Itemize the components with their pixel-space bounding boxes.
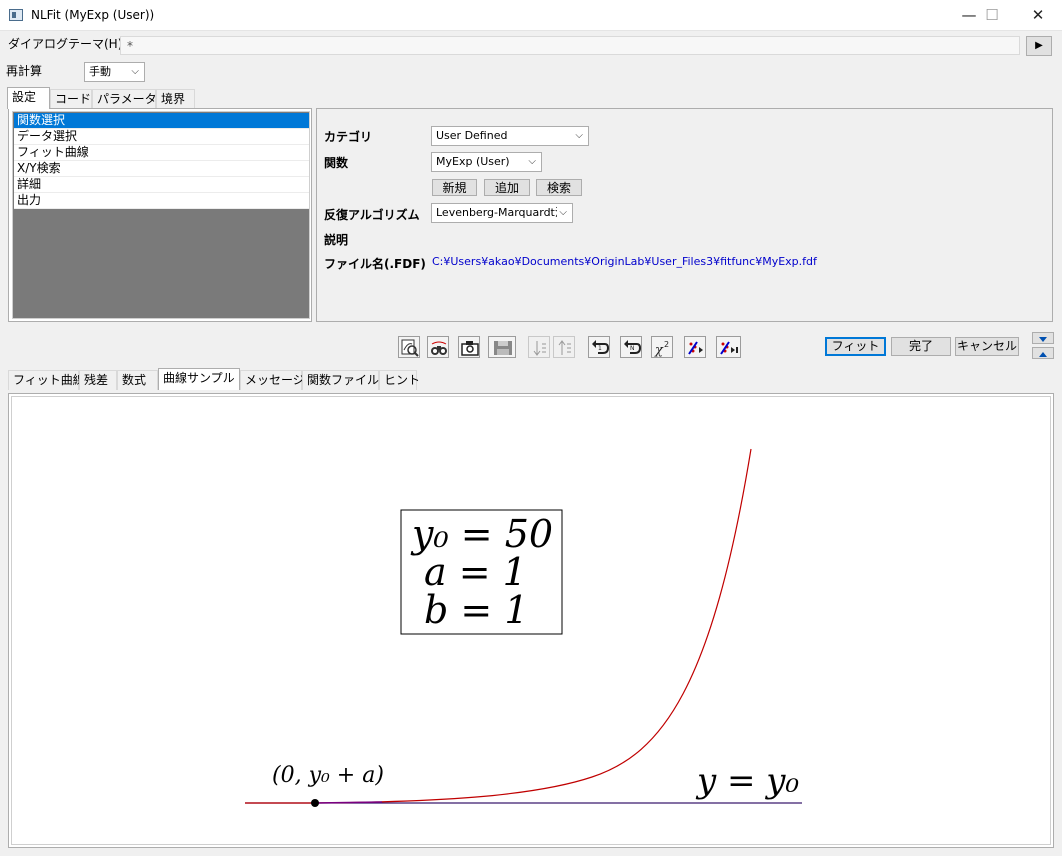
save-icon[interactable] (488, 336, 516, 358)
tree-item-fit-curve[interactable]: フィット曲線 (14, 145, 309, 161)
new-button[interactable]: 新規 (432, 179, 477, 196)
tab-fit-curve[interactable]: フィット曲線 (8, 370, 85, 390)
triangle-up-icon (1039, 352, 1047, 357)
done-button[interactable]: 完了 (891, 337, 951, 356)
sample-curve-graphic (245, 448, 802, 807)
tab-parameters[interactable]: パラメータ (92, 89, 157, 109)
undo-icon[interactable]: 1 (588, 336, 610, 358)
sample-curve-canvas: y₀ = 50 a = 1 b = 1 (0, y₀ + a) y = y₀ (11, 396, 1051, 845)
sort-up-icon[interactable] (553, 336, 575, 358)
recalc-value: 手動 (89, 65, 111, 78)
chevron-down-icon: ⌵ (528, 156, 536, 167)
svg-text:2: 2 (664, 340, 669, 349)
tab-formula[interactable]: 数式 (117, 370, 158, 390)
chevron-down-icon: ⌵ (557, 204, 567, 222)
param-b: b = 1 (424, 588, 529, 632)
category-value: User Defined (436, 129, 508, 142)
fit-button[interactable]: フィット (825, 337, 886, 356)
algorithm-select[interactable]: Levenberg-Marquardt法 ⌵ (431, 203, 573, 223)
tab-messages[interactable]: メッセージ (240, 370, 305, 390)
tab-sample-curve[interactable]: 曲線サンプル (158, 368, 240, 390)
cancel-button[interactable]: キャンセル (955, 337, 1019, 356)
close-button[interactable]: ✕ (1015, 0, 1061, 31)
svg-text:χ: χ (654, 343, 664, 358)
start-point-label: (0, y₀ + a) (272, 763, 384, 788)
fit-one-iteration-icon[interactable] (684, 336, 706, 358)
start-point-marker (311, 799, 319, 807)
svg-text:1: 1 (598, 345, 602, 352)
fit-until-converge-icon[interactable] (716, 336, 741, 358)
asymptote-label: y = y₀ (697, 761, 800, 801)
tab-residual[interactable]: 残差 (79, 370, 117, 390)
algorithm-label: 反復アルゴリズム (324, 208, 420, 222)
binocular-icon[interactable] (427, 336, 449, 358)
param-y0: y₀ = 50 (412, 512, 554, 556)
tree-item-data-select[interactable]: データ選択 (14, 129, 309, 145)
chi-square-icon[interactable]: χ2 (651, 336, 673, 358)
recalc-label: 再計算 (6, 64, 43, 78)
function-value: MyExp (User) (436, 155, 510, 168)
add-button[interactable]: 追加 (484, 179, 530, 196)
settings-tree: 関数選択 データ選択 フィット曲線 X/Y検索 詳細 出力 (12, 111, 310, 319)
tab-code[interactable]: コード (50, 89, 92, 109)
category-label: カテゴリ (324, 130, 373, 144)
app-icon (9, 9, 23, 21)
theme-arrow-button[interactable]: ▶ (1026, 36, 1052, 56)
category-select[interactable]: User Defined ⌵ (431, 126, 589, 146)
collapse-down-button[interactable] (1032, 347, 1054, 359)
tab-function-file[interactable]: 関数ファイル (302, 370, 379, 390)
chevron-down-icon: ⌵ (131, 66, 139, 77)
filename-label: ファイル名(.FDF) (324, 257, 426, 271)
param-a: a = 1 (424, 550, 527, 594)
tree-item-output[interactable]: 出力 (14, 193, 309, 209)
function-label: 関数 (324, 156, 349, 170)
triangle-down-icon (1039, 337, 1047, 342)
algorithm-value: Levenberg-Marquardt法 (436, 206, 566, 219)
recalc-select[interactable]: 手動 ⌵ (84, 62, 145, 82)
tree-item-xy-search[interactable]: X/Y検索 (14, 161, 309, 177)
curve-start-segment (314, 801, 383, 804)
tab-bounds[interactable]: 境界 (156, 89, 195, 109)
title-bar: NLFit (MyExp (User)) — ☐ ✕ (0, 0, 1062, 31)
tab-settings[interactable]: 設定 (7, 87, 50, 109)
tab-hints[interactable]: ヒント (379, 370, 420, 390)
camera-icon[interactable] (458, 336, 480, 358)
maximize-button[interactable]: ☐ (969, 0, 1015, 31)
svg-text:N: N (630, 345, 635, 352)
redo-icon[interactable]: N (620, 336, 642, 358)
settings-panel (316, 108, 1053, 322)
sort-down-icon[interactable] (528, 336, 550, 358)
chevron-down-icon: ⌵ (575, 130, 583, 141)
description-label: 説明 (324, 233, 349, 247)
filename-link[interactable]: C:¥Users¥akao¥Documents¥OriginLab¥User_F… (432, 255, 817, 268)
tree-item-function-select[interactable]: 関数選択 (14, 113, 309, 129)
search-button[interactable]: 検索 (536, 179, 582, 196)
tree-item-advanced[interactable]: 詳細 (14, 177, 309, 193)
function-select[interactable]: MyExp (User) ⌵ (431, 152, 542, 172)
collapse-up-button[interactable] (1032, 332, 1054, 344)
theme-label: ダイアログテーマ(H) (8, 37, 123, 51)
window-title: NLFit (MyExp (User)) (31, 8, 155, 22)
theme-field[interactable]: * (120, 36, 1020, 55)
preview-fit-icon[interactable] (398, 336, 420, 358)
